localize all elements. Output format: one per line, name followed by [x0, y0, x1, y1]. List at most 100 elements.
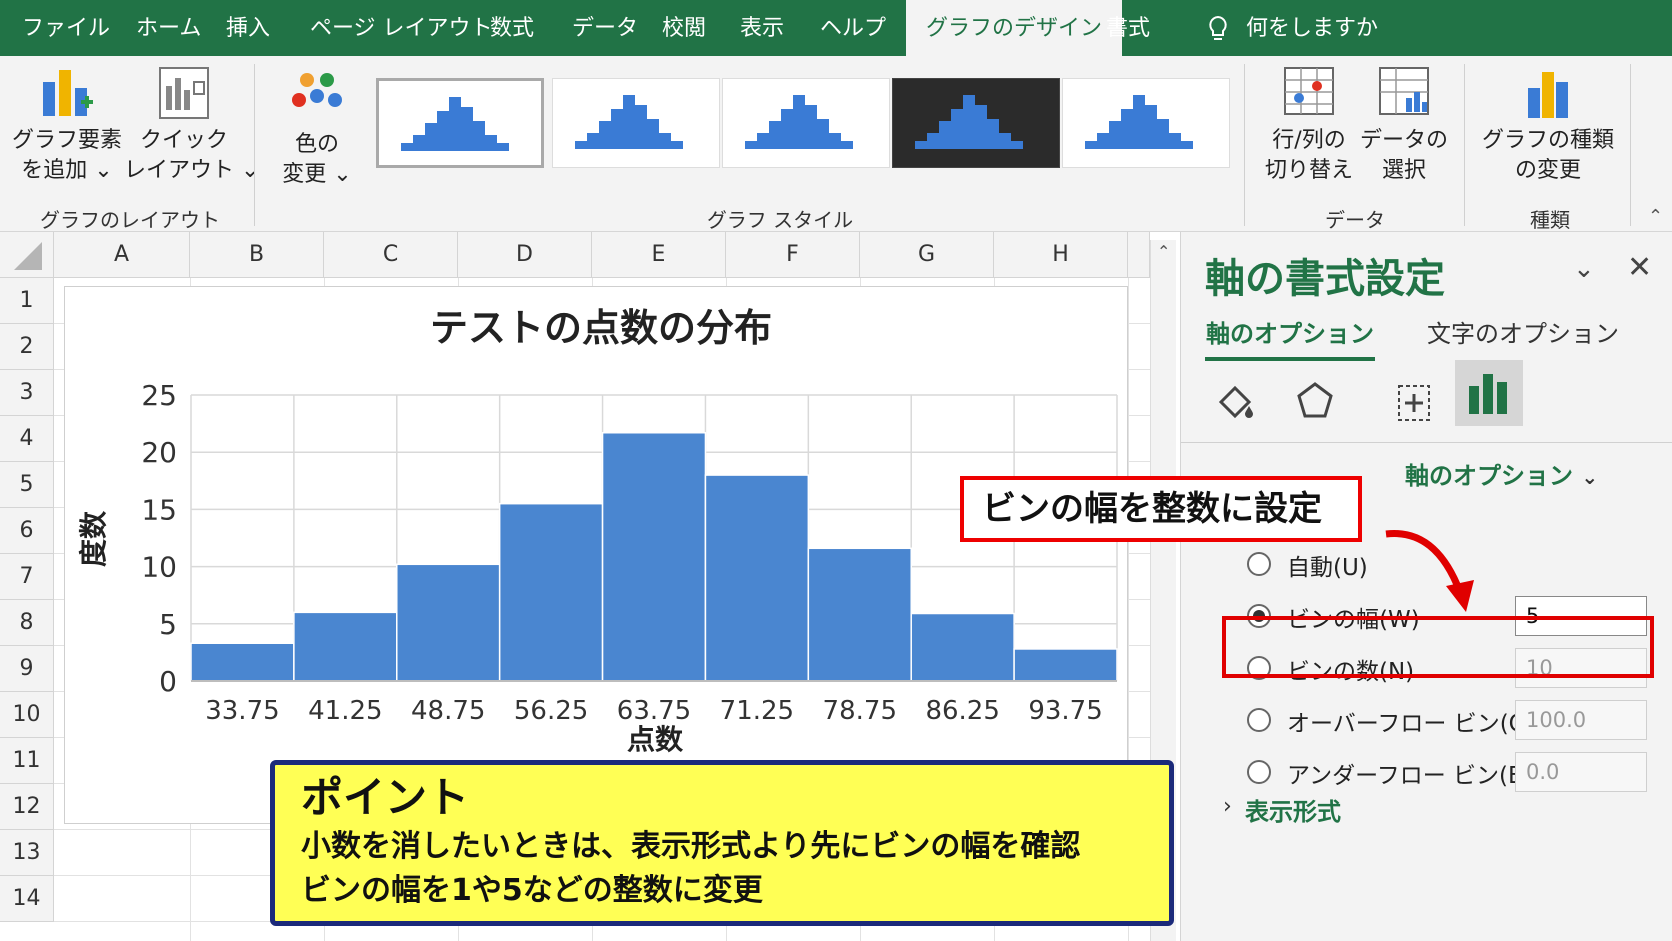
row-header-5[interactable]: 5	[0, 462, 54, 508]
chart-type-icon	[1528, 72, 1568, 118]
radio-label-0[interactable]: 自動(U)	[1287, 548, 1368, 582]
change-colors-button[interactable]: 色の 変更 ⌄	[262, 66, 372, 190]
x-axis-title[interactable]: 点数	[627, 723, 684, 756]
tab-help[interactable]: ヘルプ	[820, 0, 886, 56]
radio-label-4[interactable]: アンダーフロー ビン(E)	[1287, 756, 1532, 790]
quick-layout-icon	[159, 67, 209, 119]
chart-style-4[interactable]	[892, 78, 1060, 168]
add-chart-element-button[interactable]: グラフ要素 を追加 ⌄	[12, 62, 122, 186]
quick-layout-line1: クイック	[139, 128, 228, 153]
chart-style-1[interactable]	[376, 78, 544, 168]
column-header-a[interactable]: A	[54, 232, 190, 278]
collapse-ribbon-icon[interactable]: ⌃	[1648, 206, 1663, 227]
x-tick-label: 63.75	[617, 696, 691, 726]
column-header-d[interactable]: D	[458, 232, 592, 278]
row-header-6[interactable]: 6	[0, 508, 54, 554]
tab-formulas[interactable]: 数式	[490, 0, 534, 56]
x-tick-label: 48.75	[411, 696, 485, 726]
tab-file[interactable]: ファイル	[22, 0, 110, 56]
tab-insert[interactable]: 挿入	[226, 0, 270, 56]
ribbon-separator	[1630, 64, 1631, 226]
style-preview-icon	[1085, 95, 1193, 149]
tab-text-options[interactable]: 文字のオプション	[1427, 314, 1619, 349]
fill-line-icon[interactable]	[1211, 378, 1259, 430]
row-header-12[interactable]: 12	[0, 784, 54, 830]
axis-options-icon-tab[interactable]	[1455, 360, 1523, 426]
display-format-section[interactable]: 表示形式	[1245, 792, 1341, 827]
tab-view[interactable]: 表示	[740, 0, 784, 56]
histogram-bar[interactable]	[293, 611, 398, 682]
bin-value-field-3[interactable]: 100.0	[1515, 700, 1647, 740]
switch-row-column-button[interactable]: 行/列の 切り替え	[1254, 64, 1364, 186]
radio-option-4[interactable]	[1247, 760, 1271, 784]
close-icon[interactable]: ✕	[1627, 250, 1652, 285]
tab-review[interactable]: 校閲	[662, 0, 706, 56]
tell-me-search[interactable]: 何をしますか	[1206, 0, 1378, 56]
radio-option-0[interactable]	[1247, 552, 1271, 576]
row-header-9[interactable]: 9	[0, 646, 54, 692]
bin-value-field-4[interactable]: 0.0	[1515, 752, 1647, 792]
tab-format[interactable]: 書式	[1106, 0, 1150, 56]
switch-line2: 切り替え	[1264, 158, 1353, 183]
y-axis-title[interactable]: 度数	[77, 510, 110, 567]
group-label-type: 種類	[1530, 208, 1570, 232]
x-tick-label: 71.25	[720, 696, 794, 726]
tab-home[interactable]: ホーム	[136, 0, 201, 56]
chart-style-5[interactable]	[1062, 78, 1230, 168]
histogram-bar[interactable]	[601, 432, 707, 682]
chart-style-2[interactable]	[552, 78, 720, 168]
style-preview-icon	[575, 95, 683, 149]
column-header-e[interactable]: E	[592, 232, 726, 278]
histogram-bar[interactable]	[498, 502, 604, 682]
histogram-bar[interactable]	[190, 642, 295, 682]
switch-row-column-icon	[1284, 67, 1334, 115]
point-line1: 小数を消したいときは、表示形式より先にビンの幅を確認	[301, 829, 1081, 864]
scroll-up-icon[interactable]: ⌃	[1157, 242, 1170, 261]
histogram-bar[interactable]	[910, 612, 1015, 682]
size-properties-icon[interactable]	[1389, 378, 1437, 430]
pane-options-chevron-icon[interactable]: ⌄	[1573, 254, 1595, 284]
change-chart-type-button[interactable]: グラフの種類 の変更	[1478, 64, 1618, 186]
tab-data[interactable]: データ	[572, 0, 638, 56]
row-header-8[interactable]: 8	[0, 600, 54, 646]
effects-icon[interactable]	[1291, 378, 1339, 430]
ribbon-tab-bar: ファイル ホーム 挿入 ページ レイアウト 数式 データ 校閲 表示 ヘルプ グ…	[0, 0, 1672, 56]
row-header-11[interactable]: 11	[0, 738, 54, 784]
callout-bin-width: ビンの幅を整数に設定	[960, 476, 1362, 542]
column-header-b[interactable]: B	[190, 232, 324, 278]
histogram-bar[interactable]	[396, 563, 501, 682]
radio-label-3[interactable]: オーバーフロー ビン(O)	[1287, 704, 1536, 738]
column-header-g[interactable]: G	[860, 232, 994, 278]
row-header-2[interactable]: 2	[0, 324, 54, 370]
y-tick-label: 15	[141, 493, 177, 526]
histogram-bar[interactable]	[807, 547, 912, 682]
histogram-bar[interactable]	[704, 474, 810, 682]
tab-chart-design[interactable]: グラフのデザイン	[906, 0, 1123, 56]
row-header-3[interactable]: 3	[0, 370, 54, 416]
column-header-partial	[1128, 232, 1150, 278]
row-header-4[interactable]: 4	[0, 416, 54, 462]
axis-options-section[interactable]: 軸のオプション ⌄	[1405, 456, 1598, 491]
row-header-14[interactable]: 14	[0, 876, 54, 922]
tab-page-layout[interactable]: ページ レイアウト	[310, 0, 493, 56]
row-header-1[interactable]: 1	[0, 278, 54, 324]
select-data-button[interactable]: データの 選択	[1354, 64, 1454, 186]
group-label-layout: グラフのレイアウト	[40, 208, 220, 232]
row-header-7[interactable]: 7	[0, 554, 54, 600]
select-all-corner[interactable]	[0, 232, 54, 278]
chart-style-3[interactable]	[722, 78, 890, 168]
tab-axis-options[interactable]: 軸のオプション	[1205, 314, 1375, 361]
quick-layout-button[interactable]: クイック レイアウト ⌄	[124, 62, 259, 186]
radio-option-3[interactable]	[1247, 708, 1271, 732]
x-tick-label: 78.75	[823, 696, 897, 726]
column-header-f[interactable]: F	[726, 232, 860, 278]
histogram-chart[interactable]: テストの点数の分布 度数 点数 0 5 10 15 20 25 33.75 41.25 48.7…	[64, 286, 1128, 824]
column-header-c[interactable]: C	[324, 232, 458, 278]
paint-bucket-icon	[1218, 385, 1253, 419]
column-header-h[interactable]: H	[994, 232, 1128, 278]
histogram-bar[interactable]	[1013, 648, 1118, 682]
display-format-chevron-icon[interactable]: ›	[1223, 794, 1232, 819]
row-header-10[interactable]: 10	[0, 692, 54, 738]
row-header-13[interactable]: 13	[0, 830, 54, 876]
chart-title[interactable]: テストの点数の分布	[430, 306, 772, 350]
